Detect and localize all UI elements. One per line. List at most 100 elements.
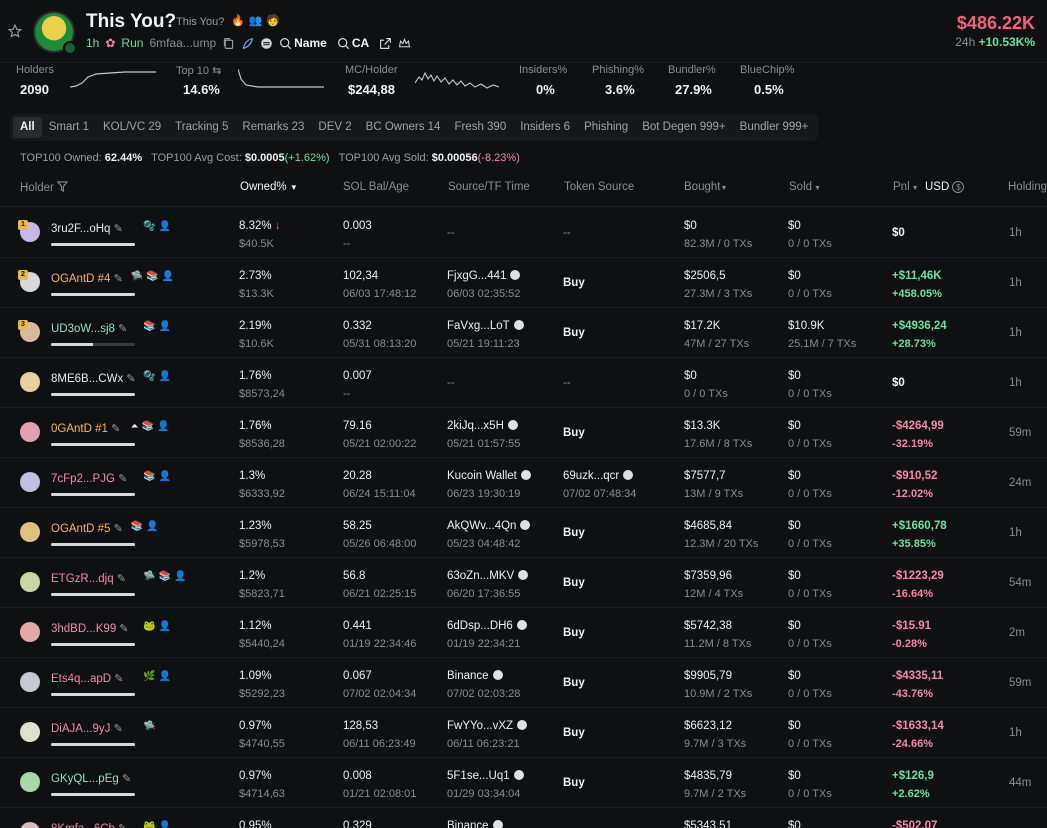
search-icon[interactable] bbox=[337, 37, 350, 50]
tab-bot-degen-999[interactable]: Bot Degen 999+ bbox=[635, 117, 732, 138]
holder-stats-bar: Holders 2090 Top 10 ⇆ 14.6% MC/Holder $2… bbox=[0, 62, 1047, 106]
table-row[interactable]: 0GAntD #1 ✎ ⏶ 📚 👤 1.76% $8536,28 79.16 05/… bbox=[0, 408, 1047, 458]
holder-tags: 🫧 👤 bbox=[143, 221, 171, 232]
table-row[interactable]: 3hdBD...K99 ✎ 🐸 👤 1.12% $5440,24 0.441 01… bbox=[0, 608, 1047, 658]
holder-address[interactable]: OGAntD #5 bbox=[51, 523, 110, 535]
holder-address[interactable]: 0GAntD #1 bbox=[51, 423, 108, 435]
col-sold[interactable]: Sold ▼ bbox=[789, 181, 821, 193]
table-row[interactable]: 1 3ru2F...oHq ✎ 🫧 👤 8.32% ↓ $40.5K 0.003 … bbox=[0, 208, 1047, 258]
edit-icon[interactable]: ✎ bbox=[114, 223, 123, 235]
source-wallet[interactable]: FjxgG...441 bbox=[447, 270, 506, 282]
col-holding[interactable]: Holding bbox=[1008, 181, 1047, 193]
table-row[interactable]: 7cFp2...PJG ✎ 📚 👤 1.3% $6333,92 20.28 06/… bbox=[0, 458, 1047, 508]
token-source: Buy bbox=[563, 277, 585, 289]
table-row[interactable]: 8ME6B...CWx ✎ 🫧 👤 1.76% $8573,24 0.007 --… bbox=[0, 358, 1047, 408]
search-icon[interactable] bbox=[279, 37, 292, 50]
crown-icon[interactable] bbox=[398, 37, 411, 50]
tab-remarks-23[interactable]: Remarks 23 bbox=[235, 117, 311, 138]
tab-bundler-999[interactable]: Bundler 999+ bbox=[733, 117, 816, 138]
edit-icon[interactable]: ✎ bbox=[111, 423, 120, 435]
holder-address[interactable]: 8ME6B...CWx bbox=[51, 373, 123, 385]
table-row[interactable]: ETGzR...djq ✎ 🛸 📚 👤 1.2% $5823,71 56.8 06/… bbox=[0, 558, 1047, 608]
tab-fresh-390[interactable]: Fresh 390 bbox=[447, 117, 513, 138]
sol-age: -- bbox=[343, 238, 351, 250]
source-wallet[interactable]: 63oZn...MKV bbox=[447, 570, 514, 582]
copy-icon[interactable] bbox=[222, 37, 235, 50]
token-source[interactable]: 69uzk...qcr bbox=[563, 470, 619, 482]
token-source: Buy bbox=[563, 627, 585, 639]
holder-address[interactable]: DiAJA...9yJ bbox=[51, 723, 110, 735]
tab-smart-1[interactable]: Smart 1 bbox=[42, 117, 96, 138]
search-ca-button[interactable]: CA bbox=[352, 36, 369, 50]
source-wallet[interactable]: 2kiJq...x5H bbox=[447, 420, 504, 432]
source-wallet[interactable]: 5F1se...Uq1 bbox=[447, 770, 510, 782]
tab-dev-2[interactable]: DEV 2 bbox=[311, 117, 358, 138]
edit-icon[interactable]: ✎ bbox=[117, 573, 126, 585]
edit-icon[interactable]: ✎ bbox=[118, 473, 127, 485]
star-icon[interactable] bbox=[8, 24, 22, 38]
holder-address[interactable]: 3ru2F...oHq bbox=[51, 223, 110, 235]
col-pnl[interactable]: Pnl ▼ bbox=[893, 181, 919, 193]
tab-kol-vc-29[interactable]: KOL/VC 29 bbox=[96, 117, 168, 138]
bought-usd: $6623,12 bbox=[684, 720, 732, 732]
edit-icon[interactable]: ✎ bbox=[118, 823, 127, 828]
table-row[interactable]: DiAJA...9yJ ✎ 🛸 0.97% $4740,55 128,53 06… bbox=[0, 708, 1047, 758]
search-name-button[interactable]: Name bbox=[294, 36, 327, 50]
edit-icon[interactable]: ✎ bbox=[114, 673, 123, 685]
source-time: 01/29 03:34:04 bbox=[447, 788, 521, 800]
currency-toggle[interactable]: USD $ bbox=[925, 181, 965, 193]
external-link-icon[interactable] bbox=[379, 37, 392, 50]
edit-icon[interactable]: ✎ bbox=[114, 523, 123, 535]
holder-address[interactable]: UD3oW...sj8 bbox=[51, 323, 115, 335]
tab-phishing[interactable]: Phishing bbox=[577, 117, 635, 138]
col-sol-bal-age[interactable]: SOL Bal/Age bbox=[343, 181, 409, 193]
filter-icon[interactable] bbox=[56, 181, 69, 192]
wallet-icon bbox=[517, 720, 528, 730]
table-row[interactable]: Ets4q...apD ✎ 🌿 👤 1.09% $5292,23 0.067 07… bbox=[0, 658, 1047, 708]
tab-all[interactable]: All bbox=[13, 117, 42, 138]
col-holder[interactable]: Holder bbox=[20, 181, 69, 194]
tab-tracking-5[interactable]: Tracking 5 bbox=[168, 117, 235, 138]
source-wallet[interactable]: FaVxg...LoT bbox=[447, 320, 510, 332]
holder-address[interactable]: OGAntD #4 bbox=[51, 273, 110, 285]
holder-address[interactable]: GKyQL...pEg bbox=[51, 773, 119, 785]
currency-swap-icon[interactable]: $ bbox=[952, 181, 965, 193]
stat-value: 0.5% bbox=[754, 82, 784, 97]
table-row[interactable]: 3 UD3oW...sj8 ✎ 📚 👤 2.19% $10.6K 0.332 05… bbox=[0, 308, 1047, 358]
edit-icon[interactable]: ✎ bbox=[118, 323, 127, 335]
bought-usd: $5343,51 bbox=[684, 820, 732, 828]
tab-bc-owners-14[interactable]: BC Owners 14 bbox=[359, 117, 448, 138]
source-wallet[interactable]: AkQWv...4Qn bbox=[447, 520, 516, 532]
source-wallet: -- bbox=[447, 377, 455, 389]
edit-icon[interactable]: ✎ bbox=[126, 373, 135, 385]
table-row[interactable]: 2 OGAntD #4 ✎ 🛸 📚 👤 2.73% $13.3K 102,34 06… bbox=[0, 258, 1047, 308]
website-icon[interactable] bbox=[260, 37, 273, 50]
feather-icon[interactable] bbox=[241, 37, 254, 50]
source-wallet[interactable]: 6dDsp...DH6 bbox=[447, 620, 513, 632]
sold-txs: 0 / 0 TXs bbox=[788, 588, 832, 600]
edit-icon[interactable]: ✎ bbox=[119, 623, 128, 635]
chef-icon: 👥 bbox=[248, 15, 263, 27]
owned-percent: 1.09% bbox=[239, 670, 272, 682]
edit-icon[interactable]: ✎ bbox=[114, 273, 123, 285]
holder-address[interactable]: ETGzR...djq bbox=[51, 573, 114, 585]
holder-address[interactable]: 7cFp2...PJG bbox=[51, 473, 115, 485]
table-row[interactable]: OGAntD #5 ✎ 📚 👤 1.23% $5978,53 58.25 05/2… bbox=[0, 508, 1047, 558]
source-wallet[interactable]: Binance bbox=[447, 670, 489, 682]
holder-address[interactable]: 3hdBD...K99 bbox=[51, 623, 116, 635]
table-row[interactable]: 8Kmfa...6Cb ✎ 🐸👤 0.95% 0.329 Binance $53… bbox=[0, 808, 1047, 828]
holder-address[interactable]: Ets4q...apD bbox=[51, 673, 111, 685]
col-token-source[interactable]: Token Source bbox=[564, 181, 634, 193]
pnl-percent: +35.85% bbox=[892, 538, 936, 550]
tab-insiders-6[interactable]: Insiders 6 bbox=[513, 117, 577, 138]
holder-address[interactable]: 8Kmfa...6Cb bbox=[51, 823, 115, 828]
col-source-tf-time[interactable]: Source/TF Time bbox=[448, 181, 530, 193]
col-bought[interactable]: Bought▼ bbox=[684, 181, 727, 193]
source-wallet[interactable]: Binance bbox=[447, 820, 489, 828]
edit-icon[interactable]: ✎ bbox=[122, 773, 131, 785]
source-wallet[interactable]: FwYYo...vXZ bbox=[447, 720, 513, 732]
source-wallet[interactable]: Kucoin Wallet bbox=[447, 470, 517, 482]
table-row[interactable]: GKyQL...pEg ✎ 0.97% $4714,63 0.008 01/21… bbox=[0, 758, 1047, 808]
col-owned[interactable]: Owned% ▼ bbox=[240, 181, 298, 193]
edit-icon[interactable]: ✎ bbox=[114, 723, 123, 735]
